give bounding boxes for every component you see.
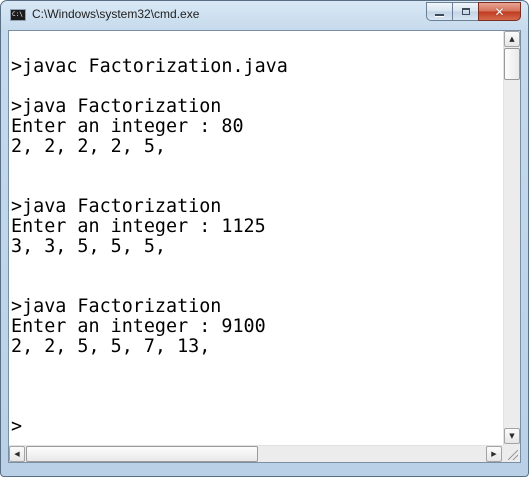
minimize-button[interactable] xyxy=(426,2,452,21)
title-bar[interactable]: C:\ C:\Windows\system32\cmd.exe ✕ xyxy=(1,1,528,29)
close-button[interactable]: ✕ xyxy=(478,2,521,21)
console-text[interactable]: >javac Factorization.java >java Factoriz… xyxy=(11,37,288,437)
arrow-right-icon: ▶ xyxy=(491,449,497,458)
scroll-left-button[interactable]: ◀ xyxy=(9,446,25,462)
cmd-console-icon[interactable]: C:\ xyxy=(10,9,26,21)
scroll-right-button[interactable]: ▶ xyxy=(486,446,502,462)
arrow-left-icon: ◀ xyxy=(14,449,20,458)
vertical-scroll-thumb[interactable] xyxy=(504,48,520,80)
maximize-button[interactable] xyxy=(452,2,478,21)
scroll-down-button[interactable]: ▼ xyxy=(504,428,520,444)
close-icon: ✕ xyxy=(494,4,505,19)
horizontal-scrollbar[interactable]: ◀ ▶ xyxy=(9,445,503,462)
scroll-up-button[interactable]: ▲ xyxy=(504,31,520,47)
console-output[interactable]: >javac Factorization.java >java Factoriz… xyxy=(9,31,503,445)
maximize-icon xyxy=(461,8,470,15)
caption-buttons: ✕ xyxy=(426,2,521,21)
horizontal-scroll-thumb[interactable] xyxy=(26,446,258,462)
console-client-area: >javac Factorization.java >java Factoriz… xyxy=(8,30,521,463)
window-title: C:\Windows\system32\cmd.exe xyxy=(32,7,200,21)
resize-grip-icon xyxy=(508,450,518,460)
arrow-down-icon: ▼ xyxy=(509,431,515,440)
resize-grip[interactable] xyxy=(503,445,520,462)
cmd-window: C:\ C:\Windows\system32\cmd.exe ✕ >javac… xyxy=(0,0,529,477)
arrow-up-icon: ▲ xyxy=(509,34,515,43)
minimize-icon xyxy=(435,13,444,16)
vertical-scrollbar[interactable]: ▲ ▼ xyxy=(503,31,520,445)
